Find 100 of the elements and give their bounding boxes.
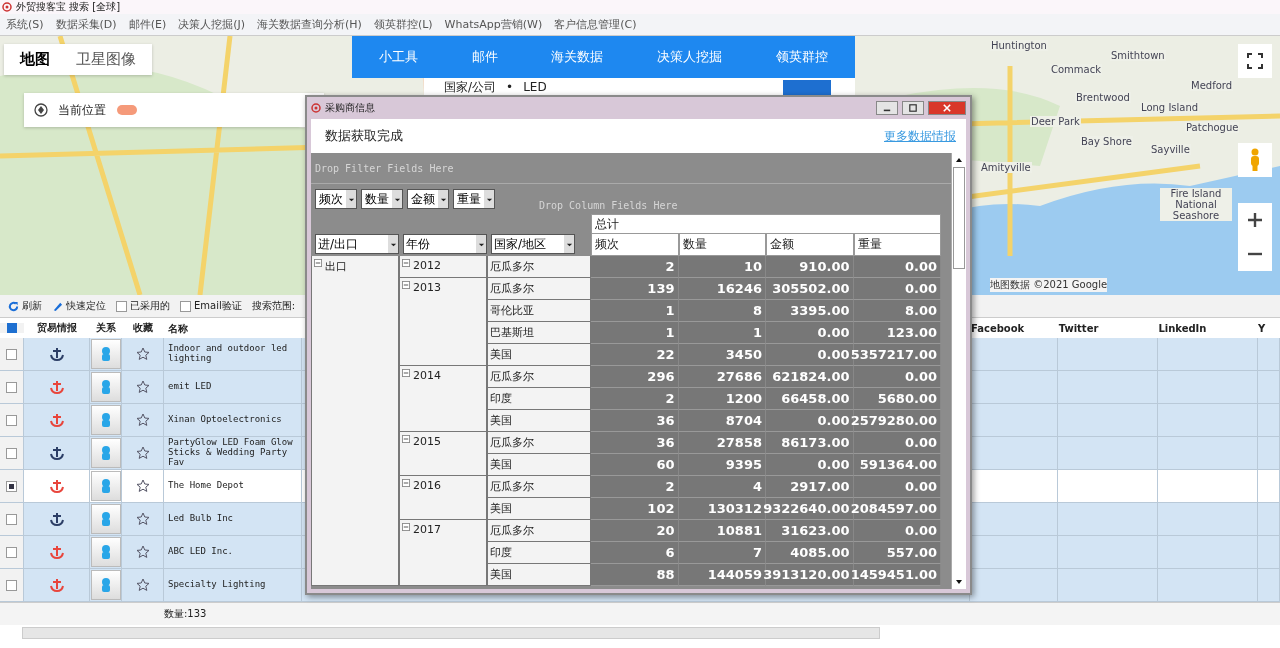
row-header-cell: 厄瓜多尔	[487, 366, 591, 388]
value-cell: 3395.00	[766, 300, 854, 322]
company-name: Xinan Optoelectronics	[168, 415, 282, 425]
value-cell: 8704	[678, 410, 766, 432]
row-header-cell: 哥伦比亚	[487, 300, 591, 322]
location-label: 当前位置	[58, 101, 106, 119]
map-place-label: Fire Island National Seashore	[1160, 188, 1232, 221]
value-cell: 8.00	[853, 300, 941, 322]
value-cell: 4085.00	[766, 542, 854, 564]
map-place-label: Patchogue	[1185, 122, 1240, 133]
grand-total-header: 总计	[591, 214, 941, 234]
value-cell: 88	[591, 564, 679, 586]
value-cell: 305502.00	[766, 278, 854, 300]
row-header-cell: 厄瓜多尔	[487, 278, 591, 300]
value-cell: 0.00	[853, 476, 941, 498]
value-cell: 10881	[678, 520, 766, 542]
value-cell: 0.00	[853, 520, 941, 542]
row-header-label: 2013	[413, 281, 441, 294]
record-count: 数量:133	[164, 607, 207, 621]
value-cell: 296	[591, 366, 679, 388]
value-cell: 2084597.00	[853, 498, 941, 520]
value-cell: 36	[591, 410, 679, 432]
row-header-cell: 厄瓜多尔	[487, 256, 591, 278]
value-cell: 2917.00	[766, 476, 854, 498]
value-cell: 1	[678, 322, 766, 344]
map-place-label: Sayville	[1150, 144, 1191, 155]
row-header-cell: 巴基斯坦	[487, 322, 591, 344]
row-header-cell: 美国	[487, 344, 591, 366]
value-cell: 27858	[678, 432, 766, 454]
column-header: 重量	[853, 234, 941, 256]
value-cell: 27686	[678, 366, 766, 388]
column-header: 金额	[766, 234, 854, 256]
window-title: 外贸搜客宝 搜索 [全球]	[16, 0, 121, 14]
value-cell: 22	[591, 344, 679, 366]
map-place-label: Smithtown	[1110, 50, 1166, 61]
row-header-cell: 美国	[487, 410, 591, 432]
separator-dot: •	[506, 80, 514, 94]
map-place-label: Amityville	[980, 162, 1032, 173]
row-header-label: 2016	[413, 479, 441, 492]
row-header-cell: 印度	[487, 388, 591, 410]
search-label: 国家/公司	[444, 80, 497, 94]
value-cell: 8	[678, 300, 766, 322]
value-cell: 10	[678, 256, 766, 278]
value-cell: 1459451.00	[853, 564, 941, 586]
value-cell: 910.00	[766, 256, 854, 278]
value-cell: 0.00	[766, 322, 854, 344]
value-cell: 3450	[678, 344, 766, 366]
row-header-cell: 美国	[487, 454, 591, 476]
value-cell: 5680.00	[853, 388, 941, 410]
value-cell: 16246	[678, 278, 766, 300]
value-cell: 5357217.00	[853, 344, 941, 366]
row-header-label: 2015	[413, 435, 441, 448]
value-cell: 0.00	[766, 454, 854, 476]
value-cell: 36	[591, 432, 679, 454]
map-attribution: 地图数据 ©2021 Google	[990, 278, 1108, 292]
map-place-label: Medford	[1190, 80, 1234, 91]
value-cell: 591364.00	[853, 454, 941, 476]
row-header-label: 2012	[413, 259, 441, 272]
value-cell: 0.00	[853, 278, 941, 300]
search-value: LED	[523, 80, 547, 94]
company-name: ABC LED Inc.	[168, 547, 234, 557]
company-name: Led Bulb Inc	[168, 514, 234, 524]
value-cell: 2	[591, 256, 679, 278]
row-header-cell: 厄瓜多尔	[487, 476, 591, 498]
value-cell: 1	[591, 300, 679, 322]
row-header-cell: 印度	[487, 542, 591, 564]
value-cell: 31623.00	[766, 520, 854, 542]
value-cell: 557.00	[853, 542, 941, 564]
value-cell: 2	[591, 476, 679, 498]
value-cell: 1200	[678, 388, 766, 410]
search-scope-label: 搜索范围:	[251, 299, 296, 313]
value-cell: 66458.00	[766, 388, 854, 410]
company-name: emit LED	[168, 382, 212, 392]
value-cell: 7	[678, 542, 766, 564]
map-place-label: Brentwood	[1075, 92, 1131, 103]
value-cell: 102	[591, 498, 679, 520]
company-name: The Home Depot	[168, 481, 244, 491]
dialog-title: 采购商信息	[325, 101, 375, 115]
company-name: Specialty Lighting	[168, 580, 266, 590]
company-name: PartyGlow LED Foam Glow Sticks & Wedding Party Fav	[168, 438, 294, 468]
value-cell: 139	[591, 278, 679, 300]
row-header-cell: 美国	[487, 498, 591, 520]
map-place-label: Commack	[1050, 64, 1102, 75]
row-header-cell: 厄瓜多尔	[487, 520, 591, 542]
value-cell: 86173.00	[766, 432, 854, 454]
value-cell: 0.00	[853, 432, 941, 454]
value-cell: 6	[591, 542, 679, 564]
value-cell: 123.00	[853, 322, 941, 344]
row-header-label: 2014	[413, 369, 441, 382]
value-cell: 0.00	[853, 256, 941, 278]
map-place-label: Bay Shore	[1080, 136, 1133, 147]
value-cell: 0.00	[853, 366, 941, 388]
row-header-label: 2017	[413, 523, 441, 536]
dialog-heading: 数据获取完成	[325, 127, 403, 145]
value-cell: 60	[591, 454, 679, 476]
value-cell: 621824.00	[766, 366, 854, 388]
company-name: Indoor and outdoor led lighting	[168, 344, 289, 364]
value-cell: 2	[591, 388, 679, 410]
value-cell: 9395	[678, 454, 766, 476]
value-cell: 4	[678, 476, 766, 498]
